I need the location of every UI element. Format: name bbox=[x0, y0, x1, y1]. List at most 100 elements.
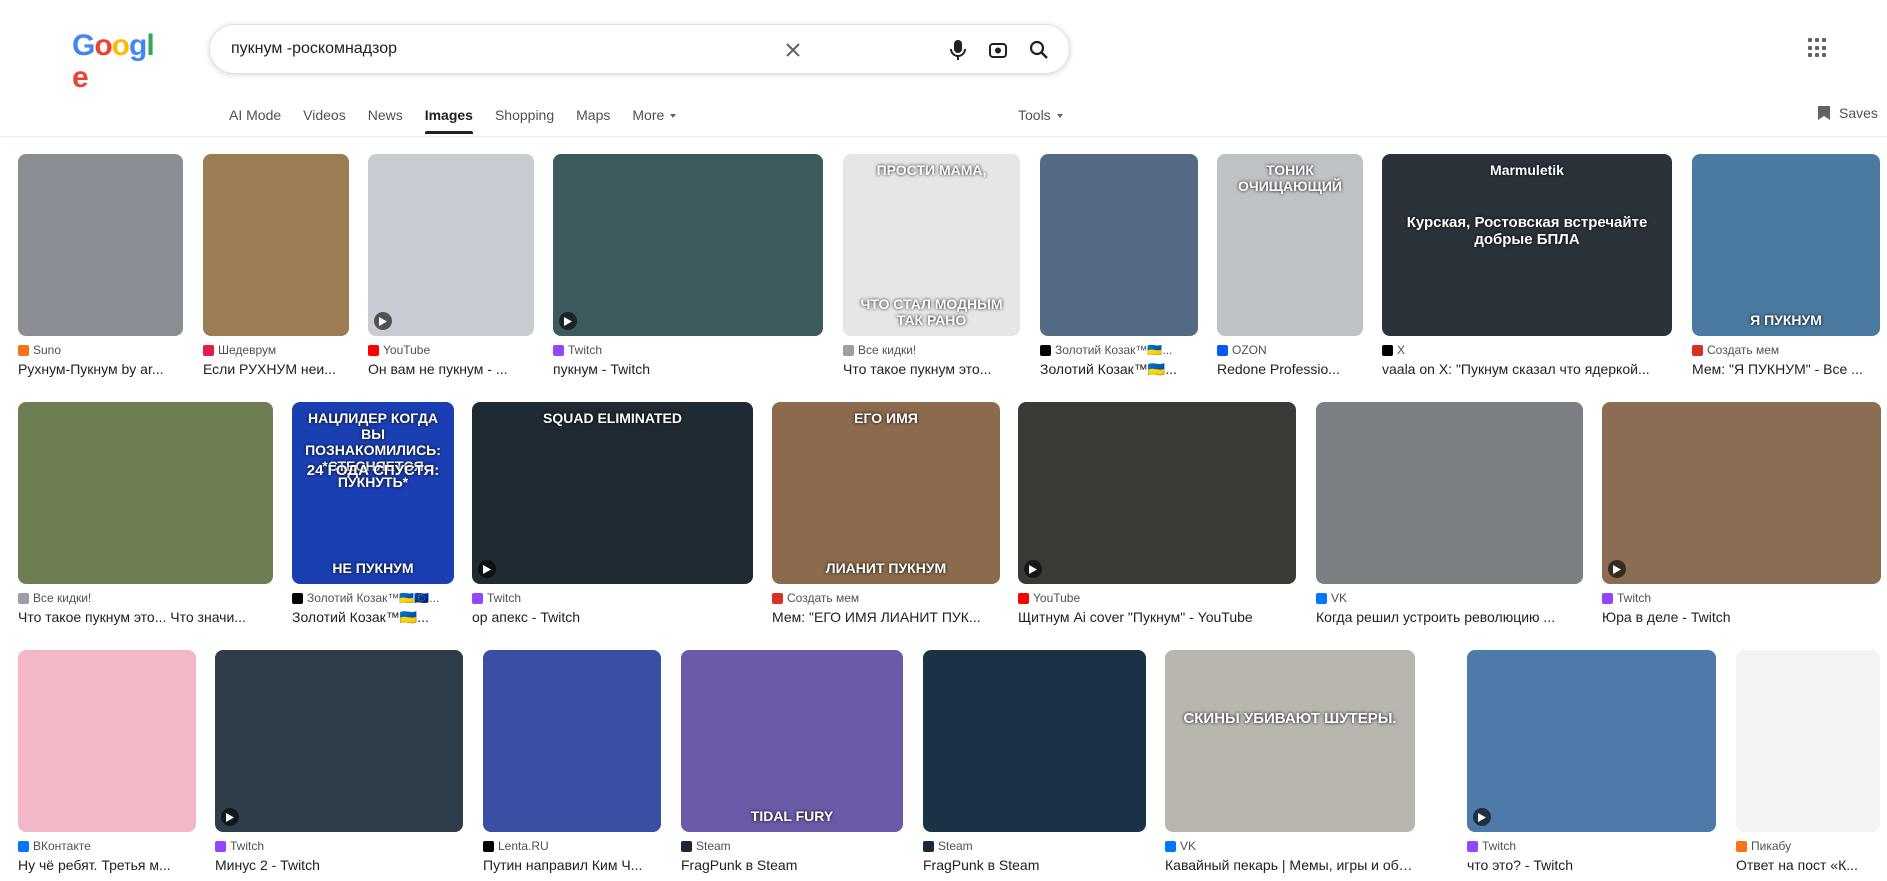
image-result[interactable]: Twitch Минус 2 - Twitch bbox=[215, 650, 463, 873]
microphone-icon[interactable] bbox=[946, 38, 970, 62]
result-title[interactable]: Золотий Козак™🇺🇦... bbox=[292, 609, 454, 626]
result-title[interactable]: Он вам не пукнум - ... bbox=[368, 361, 534, 377]
apps-grid-icon[interactable] bbox=[1808, 38, 1828, 58]
image-thumbnail[interactable] bbox=[1602, 402, 1881, 584]
tools-button[interactable]: Tools bbox=[1018, 104, 1063, 126]
result-title[interactable]: пукнум - Twitch bbox=[553, 361, 823, 377]
result-source[interactable]: VK bbox=[1316, 591, 1583, 605]
result-source[interactable]: Золотий Козак™🇺🇦... bbox=[1040, 343, 1198, 357]
image-thumbnail[interactable] bbox=[368, 154, 534, 336]
result-source[interactable]: X bbox=[1382, 343, 1672, 357]
image-thumbnail[interactable]: SQUAD ELIMINATED bbox=[472, 402, 753, 584]
result-source[interactable]: Шедеврум bbox=[203, 343, 349, 357]
result-title[interactable]: Мем: "ЕГО ИМЯ ЛИАНИТ ПУК... bbox=[772, 609, 1000, 625]
image-result[interactable]: SQUAD ELIMINATED Twitch ор апекс - Twitch bbox=[472, 402, 753, 625]
result-title[interactable]: Минус 2 - Twitch bbox=[215, 857, 463, 873]
image-thumbnail[interactable]: TIDAL FURY bbox=[681, 650, 903, 832]
result-title[interactable]: vaala on X: "Пукнум сказал что ядеркой..… bbox=[1382, 361, 1672, 377]
image-result[interactable]: ВКонтакте Ну чё ребят. Третья м... bbox=[18, 650, 196, 873]
image-result[interactable]: ЕГО ИМЯ ЛИАНИТ ПУКНУМ Создать мем Мем: "ЕГО… bbox=[772, 402, 1000, 625]
result-source[interactable]: Twitch bbox=[553, 343, 823, 357]
result-title[interactable]: Рухнум-Пукнум by ar... bbox=[18, 361, 183, 377]
image-thumbnail[interactable] bbox=[1040, 154, 1198, 336]
image-thumbnail[interactable]: ЕГО ИМЯ ЛИАНИТ ПУКНУМ bbox=[772, 402, 1000, 584]
result-title[interactable]: Ответ на пост «К... bbox=[1736, 857, 1880, 873]
result-title[interactable]: Щитнум Ai cover "Пукнум" - YouTube bbox=[1018, 609, 1296, 625]
result-title[interactable]: FragPunk в Steam bbox=[923, 857, 1146, 873]
image-thumbnail[interactable] bbox=[18, 402, 273, 584]
result-title[interactable]: Что такое пукнум это... Что значи... bbox=[18, 609, 273, 625]
result-source[interactable]: Steam bbox=[923, 839, 1146, 853]
image-thumbnail[interactable] bbox=[1018, 402, 1296, 584]
image-thumbnail[interactable] bbox=[553, 154, 823, 336]
image-result[interactable]: НАЦЛИДЕР КОГДА ВЫ ПОЗНАКОМИЛИСЬ: *СТЕСНЯ… bbox=[292, 402, 454, 626]
image-thumbnail[interactable] bbox=[483, 650, 661, 832]
tab-images[interactable]: Images bbox=[424, 104, 474, 134]
image-result[interactable]: СКИНЫ УБИВАЮТ ШУТЕРЫ. VK Кавайный пекарь |… bbox=[1165, 650, 1415, 873]
result-source[interactable]: OZON bbox=[1217, 343, 1363, 357]
result-source[interactable]: YouTube bbox=[1018, 591, 1296, 605]
image-result[interactable]: YouTube Щитнум Ai cover "Пукнум" - YouTub… bbox=[1018, 402, 1296, 625]
result-title[interactable]: Мем: "Я ПУКНУМ" - Все ... bbox=[1692, 361, 1880, 377]
result-source[interactable]: Steam bbox=[681, 839, 903, 853]
image-result[interactable]: TIDAL FURY Steam FragPunk в Steam bbox=[681, 650, 903, 873]
result-title[interactable]: Когда решил устроить революцию ... bbox=[1316, 609, 1583, 625]
result-source[interactable]: Создать мем bbox=[772, 591, 1000, 605]
image-thumbnail[interactable] bbox=[18, 650, 196, 832]
image-result[interactable]: Marmuletik Курская, Ростовская встречайте… bbox=[1382, 154, 1672, 377]
result-source[interactable]: Twitch bbox=[215, 839, 463, 853]
result-source[interactable]: Suno bbox=[18, 343, 183, 357]
result-source[interactable]: Twitch bbox=[1602, 591, 1881, 605]
image-result[interactable]: Все кидки! Что такое пукнум это... Что зн… bbox=[18, 402, 273, 625]
image-result[interactable]: ТОНИК ОЧИЩАЮЩИЙ OZON Redone Professio... bbox=[1217, 154, 1363, 377]
search-icon[interactable] bbox=[1027, 38, 1051, 62]
image-thumbnail[interactable]: НАЦЛИДЕР КОГДА ВЫ ПОЗНАКОМИЛИСЬ: *СТЕСНЯ… bbox=[292, 402, 454, 584]
result-title[interactable]: Кавайный пекарь | Мемы, игры и обсу... bbox=[1165, 857, 1415, 873]
image-result[interactable]: Пикабу Ответ на пост «К... bbox=[1736, 650, 1880, 873]
result-title[interactable]: Ну чё ребят. Третья м... bbox=[18, 857, 196, 873]
result-source[interactable]: Все кидки! bbox=[18, 591, 273, 605]
image-result[interactable]: Золотий Козак™🇺🇦... Золотий Козак™🇺🇦... bbox=[1040, 154, 1198, 378]
image-result[interactable]: VK Когда решил устроить революцию ... bbox=[1316, 402, 1583, 625]
tab-videos[interactable]: Videos bbox=[303, 104, 346, 134]
image-thumbnail[interactable] bbox=[1467, 650, 1716, 832]
image-thumbnail[interactable]: Marmuletik Курская, Ростовская встречайте… bbox=[1382, 154, 1672, 336]
result-title[interactable]: Что такое пукнум это... bbox=[843, 361, 1020, 377]
tab-maps[interactable]: Maps bbox=[576, 104, 610, 134]
tab-more[interactable]: More bbox=[632, 104, 677, 134]
result-source[interactable]: ВКонтакте bbox=[18, 839, 196, 853]
result-title[interactable]: Золотий Козак™🇺🇦... bbox=[1040, 361, 1198, 378]
tab-ai-mode[interactable]: AI Mode bbox=[229, 104, 281, 134]
result-title[interactable]: что это? - Twitch bbox=[1467, 857, 1716, 873]
result-title[interactable]: Путин направил Ким Ч... bbox=[483, 857, 661, 873]
image-thumbnail[interactable]: СКИНЫ УБИВАЮТ ШУТЕРЫ. bbox=[1165, 650, 1415, 832]
result-source[interactable]: Все кидки! bbox=[843, 343, 1020, 357]
image-result[interactable]: Я ПУКНУМ Создать мем Мем: "Я ПУКНУМ" - Все… bbox=[1692, 154, 1880, 377]
image-thumbnail[interactable] bbox=[923, 650, 1146, 832]
tab-news[interactable]: News bbox=[368, 104, 403, 134]
image-result[interactable]: Lenta.RU Путин направил Ким Ч... bbox=[483, 650, 661, 873]
search-box[interactable]: пукнум -роскомнадзор bbox=[209, 24, 1070, 74]
image-result[interactable]: Twitch Юра в деле - Twitch bbox=[1602, 402, 1881, 625]
image-thumbnail[interactable] bbox=[215, 650, 463, 832]
image-thumbnail[interactable] bbox=[203, 154, 349, 336]
result-title[interactable]: Если РУХНУМ неи... bbox=[203, 361, 349, 377]
image-thumbnail[interactable] bbox=[1736, 650, 1880, 832]
image-thumbnail[interactable]: ТОНИК ОЧИЩАЮЩИЙ bbox=[1217, 154, 1363, 336]
result-source[interactable]: Twitch bbox=[472, 591, 753, 605]
result-source[interactable]: Создать мем bbox=[1692, 343, 1880, 357]
result-source[interactable]: Золотий Козак™🇺🇦🇪🇺... bbox=[292, 591, 454, 605]
result-source[interactable]: Пикабу bbox=[1736, 839, 1880, 853]
image-result[interactable]: Шедеврум Если РУХНУМ неи... bbox=[203, 154, 349, 377]
result-title[interactable]: FragPunk в Steam bbox=[681, 857, 903, 873]
image-thumbnail[interactable] bbox=[18, 154, 183, 336]
result-title[interactable]: Redone Professio... bbox=[1217, 361, 1363, 377]
image-result[interactable]: ПРОСТИ МАМА, ЧТО СТАЛ МОДНЫМ ТАК РАНО Все … bbox=[843, 154, 1020, 377]
image-result[interactable]: Suno Рухнум-Пукнум by ar... bbox=[18, 154, 183, 377]
result-source[interactable]: YouTube bbox=[368, 343, 534, 357]
result-source[interactable]: VK bbox=[1165, 839, 1415, 853]
image-thumbnail[interactable] bbox=[1316, 402, 1583, 584]
saves-button[interactable]: Saves bbox=[1817, 102, 1878, 124]
google-logo[interactable]: Googl e bbox=[72, 30, 166, 94]
tab-shopping[interactable]: Shopping bbox=[495, 104, 554, 134]
